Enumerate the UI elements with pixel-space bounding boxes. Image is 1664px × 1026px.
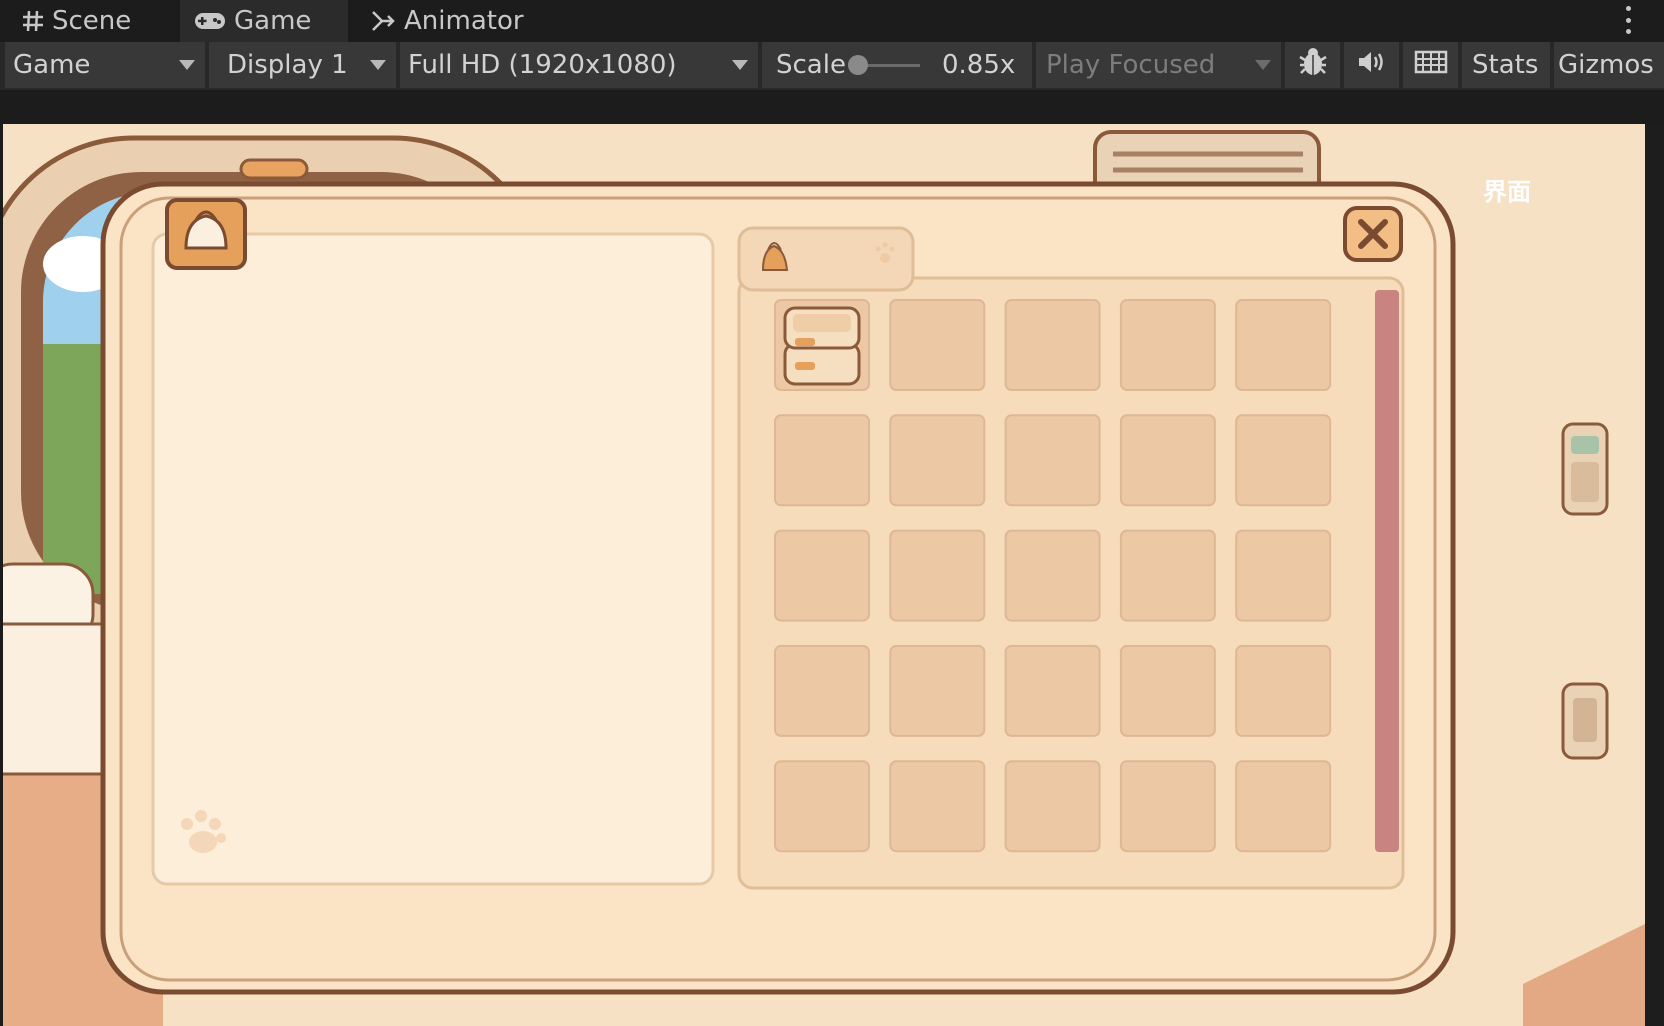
inventory-slot[interactable]: [774, 414, 870, 507]
inventory-scrollbar[interactable]: [1375, 290, 1399, 852]
inventory-slot[interactable]: [1004, 529, 1101, 622]
wall-switch-panel: [1561, 422, 1609, 516]
inventory-slot[interactable]: [774, 644, 870, 737]
chevron-down-icon: [179, 60, 195, 70]
inventory-slot[interactable]: [1235, 529, 1332, 622]
editor-tab-bar: Scene Game Animator: [0, 0, 1664, 42]
grid-layout-button[interactable]: [1403, 42, 1458, 88]
chevron-down-icon: [370, 60, 386, 70]
inventory-slot[interactable]: [1119, 529, 1216, 622]
close-icon[interactable]: [1343, 206, 1403, 262]
game-scene: 界面: [3, 124, 1645, 1026]
tab-label: Scene: [52, 6, 132, 36]
inventory-slots: [774, 299, 1332, 853]
storage-box-item[interactable]: [783, 306, 861, 386]
tab-game[interactable]: Game: [180, 0, 348, 42]
inventory-slot[interactable]: [1004, 760, 1101, 853]
more-options-icon[interactable]: [1624, 6, 1632, 34]
animator-icon: [370, 9, 396, 33]
inventory-slot[interactable]: [1119, 414, 1216, 507]
tab-label: Animator: [404, 6, 524, 36]
display-value: Display 1: [227, 50, 348, 80]
chevron-down-icon: [1255, 60, 1271, 70]
tab-scene[interactable]: Scene: [0, 0, 168, 42]
audio-button[interactable]: [1344, 42, 1399, 88]
inventory-slot[interactable]: [1004, 299, 1101, 391]
stats-label: Stats: [1472, 50, 1539, 80]
gizmos-label: Gizmos: [1558, 50, 1654, 80]
speaker-icon: [1356, 49, 1388, 82]
play-mode-dropdown[interactable]: Play Focused: [1036, 42, 1281, 88]
inventory-slot[interactable]: [889, 760, 986, 853]
mode-dropdown[interactable]: Game: [5, 42, 205, 88]
resolution-dropdown[interactable]: Full HD (1920x1080): [400, 42, 758, 88]
bug-icon: [1296, 47, 1330, 84]
inventory-slot[interactable]: [889, 529, 986, 622]
keyboard-icon: [1414, 50, 1448, 81]
debug-button[interactable]: [1285, 42, 1340, 88]
inventory-slot[interactable]: [1235, 299, 1332, 391]
inventory-slot[interactable]: [1119, 760, 1216, 853]
header-text: 界面: [1483, 178, 1531, 206]
inventory-slot[interactable]: [1235, 760, 1332, 853]
scale-slider-handle[interactable]: [848, 55, 868, 75]
inventory-slot[interactable]: [1235, 414, 1332, 507]
scale-control: Scale 0.85x: [762, 42, 1032, 88]
game-viewport: 界面: [3, 124, 1645, 1026]
inventory-slot[interactable]: [1004, 644, 1101, 737]
bag-badge-icon: [165, 198, 247, 270]
inventory-slot[interactable]: [1004, 414, 1101, 507]
inventory-slot[interactable]: [1119, 299, 1216, 391]
inventory-slot[interactable]: [1119, 644, 1216, 737]
inventory-slot[interactable]: [889, 644, 986, 737]
inventory-slot[interactable]: [774, 529, 870, 622]
tab-label: Game: [234, 6, 312, 36]
gizmos-button[interactable]: Gizmos: [1554, 42, 1664, 88]
display-dropdown[interactable]: Display 1: [209, 42, 396, 88]
tab-animator[interactable]: Animator: [364, 0, 544, 42]
resolution-value: Full HD (1920x1080): [408, 50, 677, 80]
play-mode-value: Play Focused: [1046, 50, 1216, 80]
inventory-slot[interactable]: [889, 299, 986, 391]
chevron-down-icon: [732, 60, 748, 70]
game-toolbar: Game Display 1 Full HD (1920x1080) Scale…: [0, 42, 1664, 90]
right-panel-edge: [1646, 124, 1664, 1026]
inventory-slot[interactable]: [774, 760, 870, 853]
inventory-slot[interactable]: [889, 414, 986, 507]
scale-value: 0.85x: [942, 50, 1016, 80]
grid-icon: [22, 10, 44, 32]
inventory-slot[interactable]: [1235, 644, 1332, 737]
mode-value: Game: [13, 50, 91, 80]
scale-label: Scale: [776, 50, 846, 80]
item-detail-area: [151, 232, 715, 886]
stats-button[interactable]: Stats: [1462, 42, 1550, 88]
gamepad-icon: [194, 11, 226, 31]
wall-outlet: [1561, 682, 1609, 760]
